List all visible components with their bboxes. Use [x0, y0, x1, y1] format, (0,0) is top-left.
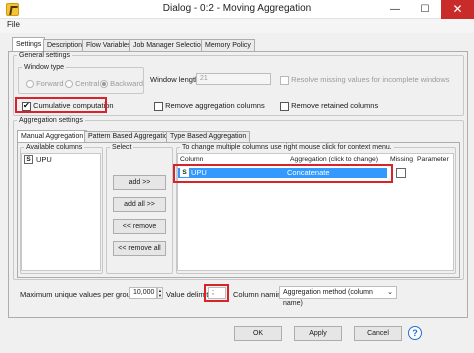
menu-bar: File: [0, 19, 474, 33]
value-delimiter-input[interactable]: ;: [208, 287, 226, 299]
tab-memory-policy[interactable]: Memory Policy: [201, 39, 255, 51]
remove-aggregation-label: Remove aggregation columns: [165, 101, 265, 110]
tab-pattern-based-aggregation[interactable]: Pattern Based Aggregation: [84, 131, 176, 142]
cumulative-label: Cumulative computation: [33, 101, 114, 110]
string-type-icon: S: [180, 168, 189, 177]
window-type-legend: Window type: [24, 64, 65, 71]
radio-central-label: Central: [75, 79, 100, 88]
available-column-item[interactable]: S UPU: [24, 155, 98, 165]
help-icon[interactable]: ?: [408, 326, 422, 340]
minimize-button[interactable]: —: [380, 0, 410, 19]
close-button[interactable]: ✕: [441, 0, 474, 19]
tab-settings[interactable]: Settings: [12, 37, 46, 52]
table-row[interactable]: S UPU Concatenate: [178, 168, 387, 178]
radio-forward-control[interactable]: [26, 80, 34, 89]
cumulative-checkbox[interactable]: [22, 101, 31, 111]
aggregation-settings-legend: Aggregation settings: [19, 117, 83, 124]
tab-flow-variables[interactable]: Flow Variables: [82, 39, 136, 51]
remove-aggregation-checkbox[interactable]: [154, 101, 163, 111]
remove-retained-checkbox[interactable]: [280, 101, 289, 111]
cancel-button[interactable]: Cancel: [354, 326, 402, 341]
column-naming-label: Column naming: [233, 290, 286, 299]
resolve-missing-checkbox[interactable]: [280, 75, 289, 85]
available-columns-legend: Available columns: [26, 144, 83, 151]
radio-backward[interactable]: Backward: [100, 79, 144, 89]
string-type-icon: S: [24, 155, 33, 164]
add-all-button[interactable]: add all >>: [113, 197, 166, 212]
column-header[interactable]: Column: [180, 156, 203, 163]
parameter-header[interactable]: Parameter: [417, 156, 449, 163]
radio-forward-label: Forward: [36, 79, 64, 88]
remove-retained-label: Remove retained columns: [291, 101, 379, 110]
cumulative-option[interactable]: Cumulative computation: [22, 101, 114, 111]
remove-aggregation-option[interactable]: Remove aggregation columns: [154, 101, 265, 111]
aggregation-header[interactable]: Aggregation (click to change): [290, 156, 378, 163]
title-bar: Dialog - 0:2 - Moving Aggregation — ☐ ✕: [0, 0, 474, 19]
window-length-input[interactable]: 21: [196, 73, 271, 85]
remove-all-button[interactable]: << remove all: [113, 241, 166, 256]
max-unique-label: Maximum unique values per group: [20, 290, 136, 299]
select-legend: Select: [112, 144, 132, 151]
remove-button[interactable]: << remove: [113, 219, 166, 234]
general-settings-legend: General settings: [19, 52, 70, 59]
row-aggregation-method[interactable]: Concatenate: [287, 168, 330, 178]
tab-job-manager-selection[interactable]: Job Manager Selection: [129, 39, 209, 51]
missing-header[interactable]: Missing: [390, 156, 413, 163]
row-column-name: UPU: [191, 168, 207, 177]
radio-central-control[interactable]: [65, 80, 73, 89]
radio-central[interactable]: Central: [65, 79, 100, 89]
menu-file[interactable]: File: [7, 20, 20, 29]
resolve-missing-label: Resolve missing values for incomplete wi…: [291, 75, 450, 84]
remove-retained-option[interactable]: Remove retained columns: [280, 101, 378, 111]
tab-type-based-aggregation[interactable]: Type Based Aggregation: [166, 131, 251, 142]
apply-button[interactable]: Apply: [294, 326, 342, 341]
available-columns-list[interactable]: S UPU: [21, 153, 101, 271]
resolve-missing-option[interactable]: Resolve missing values for incomplete wi…: [280, 75, 450, 85]
chevron-down-icon: ⌄: [387, 289, 393, 296]
radio-backward-label: Backward: [110, 79, 144, 88]
window-length-label: Window length: [150, 75, 200, 84]
max-unique-spinner[interactable]: ▲ ▼: [157, 287, 163, 299]
radio-backward-control[interactable]: [100, 80, 108, 89]
available-column-name: UPU: [36, 155, 52, 164]
ok-button[interactable]: OK: [234, 326, 282, 341]
column-naming-select[interactable]: Aggregation method (column name) ⌄: [279, 286, 397, 307]
maximize-button[interactable]: ☐: [410, 0, 440, 19]
aggregation-hint: To change multiple columns use right mou…: [182, 144, 392, 151]
tab-manual-aggregation[interactable]: Manual Aggregation: [17, 130, 88, 142]
tab-description[interactable]: Description: [43, 39, 87, 51]
add-button[interactable]: add >>: [113, 175, 166, 190]
row-missing-checkbox[interactable]: [396, 168, 406, 178]
max-unique-input[interactable]: 10,000: [129, 287, 157, 299]
radio-forward[interactable]: Forward: [26, 79, 64, 89]
